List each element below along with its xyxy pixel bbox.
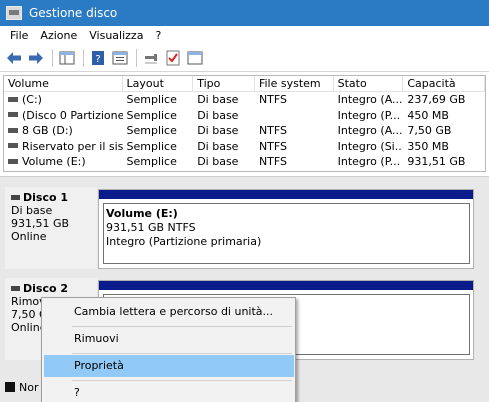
cell-capacita: 350 MB <box>407 139 449 153</box>
column-tipo[interactable]: Tipo <box>193 76 255 91</box>
partition-name: Volume (E:) <box>106 207 178 220</box>
back-arrow-icon[interactable] <box>4 48 24 68</box>
checklist-icon[interactable] <box>163 48 183 68</box>
disk-type: Di base <box>11 204 53 217</box>
volume-icon <box>8 158 18 164</box>
disk-name: Disco 1 <box>23 191 69 204</box>
column-capacita[interactable]: Capacità <box>403 76 485 91</box>
forward-arrow-icon[interactable] <box>26 48 46 68</box>
cell-file-system: NTFS <box>258 155 288 168</box>
volume-icon <box>8 96 18 102</box>
disk-name: Disco 2 <box>23 282 69 295</box>
menu-item-properties[interactable]: Proprietà <box>44 355 294 377</box>
cell-capacita: 7,50 GB <box>407 124 452 137</box>
legend-swatch <box>5 382 15 392</box>
svg-text:?: ? <box>95 54 100 65</box>
volume-icon <box>8 112 18 117</box>
cell-file-system: NTFS <box>258 124 288 137</box>
cell-tipo: Di base <box>197 139 239 153</box>
menu-visualizza[interactable]: Visualizza <box>83 29 149 42</box>
partition-detail: 931,51 GB NTFS <box>106 221 196 234</box>
properties-icon[interactable] <box>110 48 130 68</box>
column-volume[interactable]: Volume <box>4 76 123 91</box>
table-header: Volume Layout Tipo File system Stato Cap… <box>4 76 485 92</box>
cell-stato: Integro (P... <box>337 155 401 168</box>
menu-separator <box>72 380 292 381</box>
cell-file-system <box>255 108 334 124</box>
disk-status: Online <box>11 230 47 243</box>
toolbar-separator <box>83 49 84 67</box>
partition-status: Integro (Partizione primaria) <box>106 235 262 248</box>
table-row[interactable]: (Disco 0 Partizione... Semplice Di base … <box>4 108 485 124</box>
toolbar-separator <box>136 49 137 67</box>
partition-bar <box>99 281 473 290</box>
table-row[interactable]: Riservato per il sist... Semplice Di bas… <box>4 139 485 155</box>
volume-table: Volume Layout Tipo File system Stato Cap… <box>3 75 486 172</box>
menu-separator <box>72 326 292 327</box>
cell-stato: Integro (A... <box>337 124 403 137</box>
window-icon[interactable] <box>185 48 205 68</box>
table-row[interactable]: Volume (E:) Semplice Di base NTFS Integr… <box>4 154 485 170</box>
hard-disk-icon <box>11 285 20 291</box>
disk-management-icon <box>6 6 22 20</box>
column-file-system[interactable]: File system <box>255 76 334 91</box>
cell-tipo: Di base <box>197 155 239 168</box>
title-bar: Gestione disco <box>0 0 489 26</box>
cell-capacita: 237,69 GB <box>407 93 466 106</box>
partition-volume-e[interactable]: Volume (E:) 931,51 GB NTFS Integro (Part… <box>98 189 474 269</box>
cell-stato: Integro (A... <box>337 93 403 106</box>
cell-stato: Integro (Si... <box>337 139 404 153</box>
help-icon[interactable]: ? <box>88 48 108 68</box>
cell-volume: Riservato per il sist... <box>22 139 123 153</box>
table-row[interactable]: 8 GB (D:) Semplice Di base NTFS Integro … <box>4 123 485 139</box>
cell-tipo: Di base <box>197 124 239 137</box>
menu-item-change-drive-letter[interactable]: Cambia lettera e percorso di unità... <box>44 301 294 323</box>
cell-layout: Semplice <box>126 155 177 168</box>
cell-file-system: NTFS <box>258 139 288 153</box>
legend-label: Nor <box>19 380 39 394</box>
cell-volume: (C:) <box>22 93 42 106</box>
cell-file-system: NTFS <box>258 93 288 106</box>
menu-bar: File Azione Visualizza ? <box>0 26 489 45</box>
cell-capacita: 450 MB <box>407 108 449 122</box>
menu-file[interactable]: File <box>4 29 34 42</box>
partition-bar <box>99 190 473 199</box>
cell-tipo: Di base <box>197 93 239 106</box>
volume-icon <box>8 127 18 133</box>
cell-volume: (Disco 0 Partizione... <box>22 108 123 122</box>
column-stato[interactable]: Stato <box>334 76 404 91</box>
table-row[interactable]: (C:) Semplice Di base NTFS Integro (A...… <box>4 92 485 108</box>
cell-layout: Semplice <box>126 139 177 153</box>
toolbar: ? <box>0 45 489 72</box>
cell-layout: Semplice <box>126 93 177 106</box>
console-tree-icon[interactable] <box>57 48 77 68</box>
partition-details: Volume (E:) 931,51 GB NTFS Integro (Part… <box>103 203 470 264</box>
key-icon[interactable] <box>141 48 161 68</box>
context-menu: Cambia lettera e percorso di unità... Ri… <box>41 297 296 402</box>
cell-volume: 8 GB (D:) <box>22 124 73 137</box>
disk-1-info[interactable]: Disco 1 Di base 931,51 GB Online <box>5 187 97 269</box>
window-title: Gestione disco <box>29 6 118 20</box>
hard-disk-icon <box>11 194 20 200</box>
menu-item-help[interactable]: ? <box>44 382 294 402</box>
volume-icon <box>8 143 18 148</box>
cell-volume: Volume (E:) <box>22 155 86 168</box>
cell-layout: Semplice <box>126 108 177 122</box>
cell-tipo: Di base <box>197 108 239 122</box>
disk-size: 931,51 GB <box>11 217 70 230</box>
menu-azione[interactable]: Azione <box>34 29 83 42</box>
menu-help[interactable]: ? <box>149 29 167 42</box>
menu-item-remove[interactable]: Rimuovi <box>44 328 294 350</box>
menu-separator <box>72 353 292 354</box>
toolbar-separator <box>52 49 53 67</box>
column-layout[interactable]: Layout <box>123 76 194 91</box>
cell-stato: Integro (P... <box>337 108 401 122</box>
cell-layout: Semplice <box>126 124 177 137</box>
cell-capacita: 931,51 GB <box>407 155 466 168</box>
